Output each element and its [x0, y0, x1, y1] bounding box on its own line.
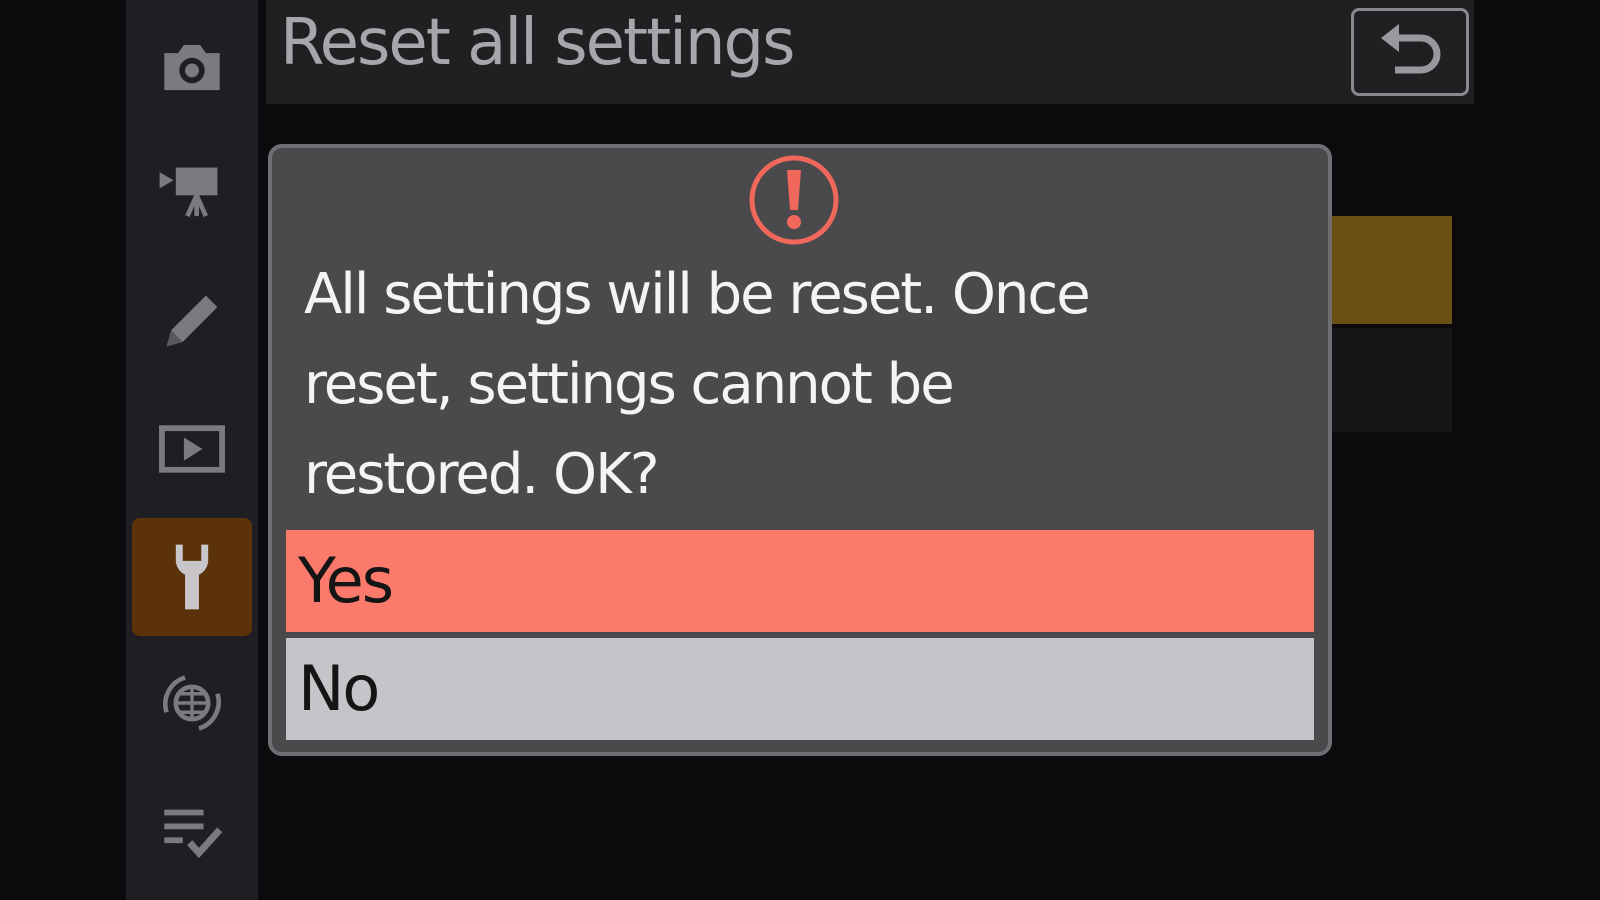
dialog-message-line: reset, settings cannot be — [304, 352, 955, 417]
background-list-row — [1330, 328, 1452, 432]
sidebar-item-movie-recording[interactable] — [132, 134, 252, 252]
dialog-message-line: All settings will be reset. Once — [304, 262, 1091, 327]
warning-exclamation-icon — [749, 155, 839, 245]
dialog-message-line: restored. OK? — [304, 442, 660, 507]
confirm-dialog: All settings will be reset. Once reset, … — [268, 144, 1332, 756]
return-arrow-icon — [1381, 24, 1441, 74]
sidebar-item-playback[interactable] — [132, 390, 252, 508]
my-menu-icon — [164, 809, 223, 859]
back-button[interactable] — [1351, 8, 1469, 96]
sidebar-item-setup[interactable] — [132, 518, 252, 636]
option-yes[interactable]: Yes — [286, 530, 1314, 632]
camera-menu-screen: Reset all settings All settings will be … — [0, 0, 1600, 900]
pencil-icon — [166, 295, 218, 347]
movie-camera-icon — [159, 167, 218, 218]
sidebar-item-network[interactable] — [132, 644, 252, 762]
sidebar-item-custom-settings[interactable] — [132, 262, 252, 380]
background-list-row-selected — [1330, 216, 1452, 324]
option-no[interactable]: No — [286, 638, 1314, 740]
menu-sidebar — [126, 0, 258, 900]
wrench-icon — [175, 544, 209, 610]
dialog-message: All settings will be reset. Once reset, … — [304, 250, 1184, 520]
page-title: Reset all settings — [280, 6, 795, 80]
title-bar: Reset all settings — [266, 0, 1474, 104]
playback-icon — [159, 425, 225, 473]
camera-icon — [164, 45, 220, 91]
network-globe-icon — [163, 675, 221, 731]
sidebar-item-photo-shooting[interactable] — [132, 8, 252, 126]
sidebar-item-my-menu[interactable] — [132, 772, 252, 890]
